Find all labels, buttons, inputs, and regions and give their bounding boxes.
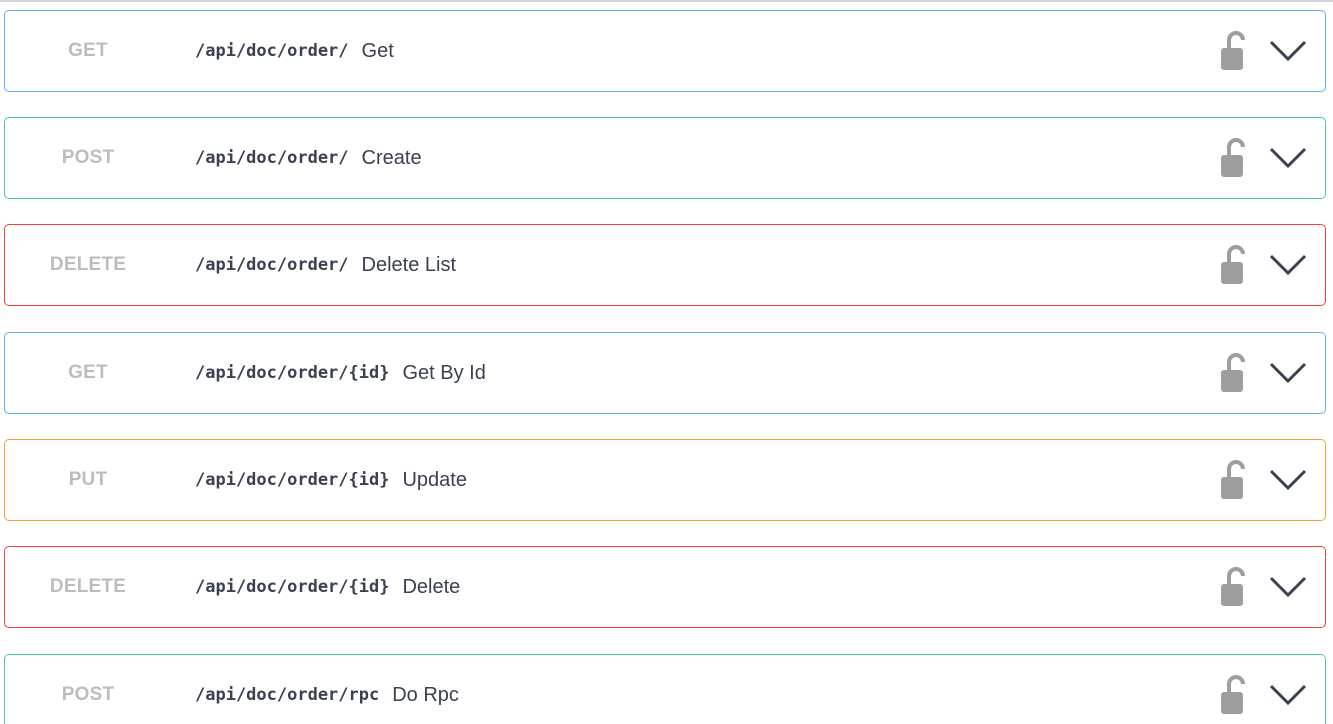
- method-badge: POST: [61, 147, 115, 168]
- unlocked-padlock-icon[interactable]: [1221, 136, 1249, 180]
- operation-get-order-list[interactable]: GET /api/doc/order/ Get: [4, 10, 1326, 92]
- method-badge: DELETE: [49, 576, 127, 597]
- operation-delete-order-list[interactable]: DELETE /api/doc/order/ Delete List: [4, 224, 1326, 306]
- operation-get-order-by-id[interactable]: GET /api/doc/order/{id} Get By Id: [4, 332, 1326, 414]
- operation-path[interactable]: /api/doc/order/{id}: [195, 577, 389, 597]
- top-divider: [0, 0, 1333, 2]
- operation-summary: Get: [361, 39, 394, 62]
- method-badge: DELETE: [49, 254, 127, 275]
- chevron-down-icon[interactable]: [1269, 468, 1307, 492]
- unlocked-padlock-icon[interactable]: [1221, 458, 1249, 502]
- chevron-down-icon[interactable]: [1269, 361, 1307, 385]
- operation-put-order-update[interactable]: PUT /api/doc/order/{id} Update: [4, 439, 1326, 521]
- operation-summary: Delete: [402, 575, 461, 598]
- operation-summary: Delete List: [361, 253, 457, 276]
- method-badge: POST: [61, 684, 115, 705]
- unlocked-padlock-icon[interactable]: [1221, 243, 1249, 287]
- chevron-down-icon[interactable]: [1269, 146, 1307, 170]
- method-badge: GET: [68, 40, 108, 61]
- unlocked-padlock-icon[interactable]: [1221, 351, 1249, 395]
- chevron-down-icon[interactable]: [1269, 253, 1307, 277]
- operation-path[interactable]: /api/doc/order/: [195, 255, 349, 275]
- operation-delete-order-by-id[interactable]: DELETE /api/doc/order/{id} Delete: [4, 546, 1326, 628]
- operation-summary: Create: [361, 146, 422, 169]
- unlocked-padlock-icon[interactable]: [1221, 29, 1249, 73]
- operation-path[interactable]: /api/doc/order/{id}: [195, 363, 389, 383]
- chevron-down-icon[interactable]: [1269, 575, 1307, 599]
- operation-post-order-create[interactable]: POST /api/doc/order/ Create: [4, 117, 1326, 199]
- chevron-down-icon[interactable]: [1269, 39, 1307, 63]
- operation-summary: Update: [402, 468, 467, 491]
- operation-summary: Do Rpc: [392, 683, 459, 706]
- operation-path[interactable]: /api/doc/order/: [195, 41, 349, 61]
- method-badge: PUT: [68, 469, 108, 490]
- operation-path[interactable]: /api/doc/order/: [195, 148, 349, 168]
- unlocked-padlock-icon[interactable]: [1221, 673, 1249, 717]
- operation-path[interactable]: /api/doc/order/rpc: [195, 685, 379, 705]
- operation-path[interactable]: /api/doc/order/{id}: [195, 470, 389, 490]
- chevron-down-icon[interactable]: [1269, 683, 1307, 707]
- unlocked-padlock-icon[interactable]: [1221, 565, 1249, 609]
- operation-post-order-rpc[interactable]: POST /api/doc/order/rpc Do Rpc: [4, 654, 1326, 724]
- operation-summary: Get By Id: [402, 361, 486, 384]
- method-badge: GET: [68, 362, 108, 383]
